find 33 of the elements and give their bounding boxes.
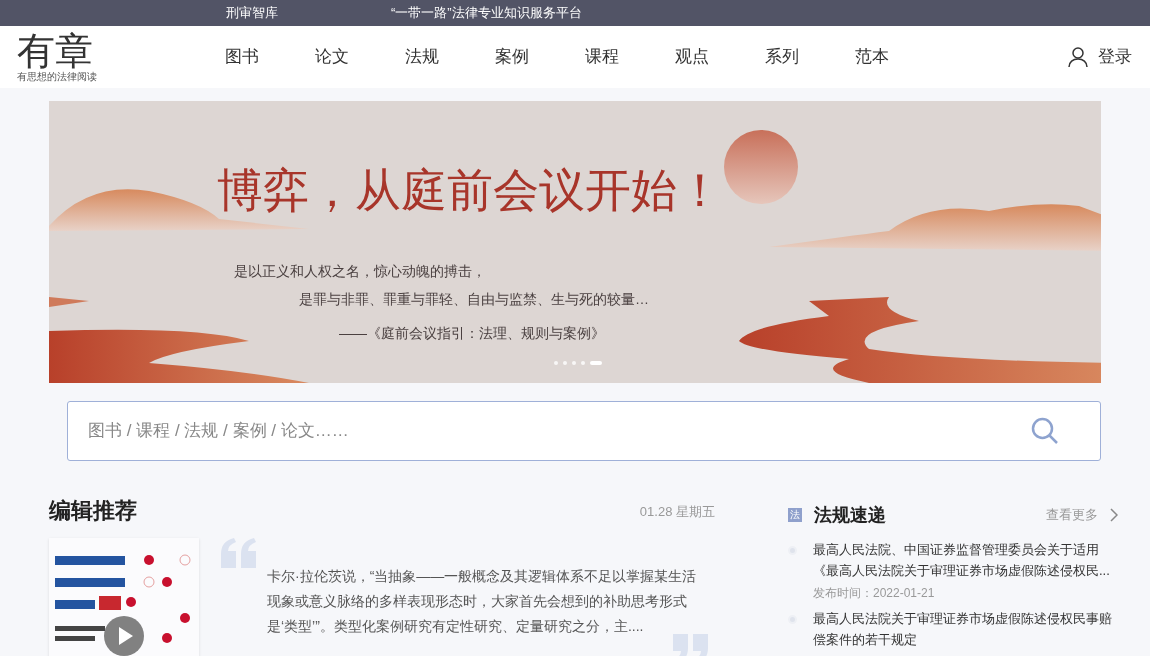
- play-icon[interactable]: [104, 616, 144, 656]
- banner-source: ——《庭前会议指引：法理、规则与案例》: [339, 324, 605, 343]
- logo-tagline: 有思想的法律阅读: [17, 71, 97, 83]
- publish-date: 发布时间：2022-01-21: [813, 585, 935, 602]
- banner[interactable]: 博弈，从庭前会议开始！ 是以正义和人权之名，惊心动魄的搏击， 是罪与非罪、罪重与罪轻、自由与监禁、生与死的较量… ——《庭前会议指引：法理、规则与案例》: [49, 101, 1101, 383]
- search-icon[interactable]: [1031, 417, 1059, 445]
- nav-link[interactable]: 法规: [377, 44, 467, 70]
- banner-headline: 博弈，从庭前会议开始！: [217, 164, 723, 218]
- banner-line: 是以正义和人权之名，惊心动魄的搏击，: [234, 262, 486, 281]
- quote-icon: [673, 634, 709, 656]
- regulation-link[interactable]: 最高人民法院、中国证券监督管理委员会关于适用《最高人民法院关于审理证券市场虚假陈述侵权民...: [813, 539, 1113, 581]
- banner-line: 是罪与非罪、罪重与罪轻、自由与监禁、生与死的较量…: [299, 290, 649, 309]
- book-excerpt: 卡尔·拉伦茨说，“当抽象——一般概念及其逻辑体系不足以掌握某生活现象或意义脉络的多样表现形态时，大家首先会想到的补助思考形式是‘类型’”。类型化案例研究有定性研究、定量研究之分，主....: [267, 567, 698, 636]
- nav-link[interactable]: 观点: [647, 44, 737, 70]
- date-label: 01.28 星期五: [639, 502, 715, 521]
- quote-icon: [221, 538, 257, 568]
- nav-link[interactable]: 范本: [827, 44, 917, 70]
- search-field[interactable]: 图书 / 课程 / 法规 / 案例 / 论文……: [67, 401, 1101, 461]
- chevron-right-icon: [1110, 508, 1118, 522]
- regulation-link[interactable]: 最高人民法院关于审理证券市场虚假陈述侵权民事赔偿案件的若干规定: [813, 608, 1113, 650]
- section-title: 法规速递: [814, 503, 886, 527]
- section-title: 编辑推荐: [49, 497, 137, 525]
- nav-link[interactable]: 系列: [737, 44, 827, 70]
- nav-link[interactable]: 论文: [287, 44, 377, 70]
- nav-link[interactable]: 案例: [467, 44, 557, 70]
- top-link[interactable]: “一带一路”法律专业知识服务平台: [391, 3, 582, 23]
- nav-link[interactable]: 图书: [197, 44, 287, 70]
- top-link[interactable]: 刑审智库: [226, 3, 391, 23]
- nav-link[interactable]: 课程: [557, 44, 647, 70]
- login-link[interactable]: 登录: [1068, 44, 1132, 70]
- category-badge: 法: [788, 508, 802, 522]
- user-icon: [1068, 47, 1088, 67]
- logo-title[interactable]: 有章: [17, 31, 93, 71]
